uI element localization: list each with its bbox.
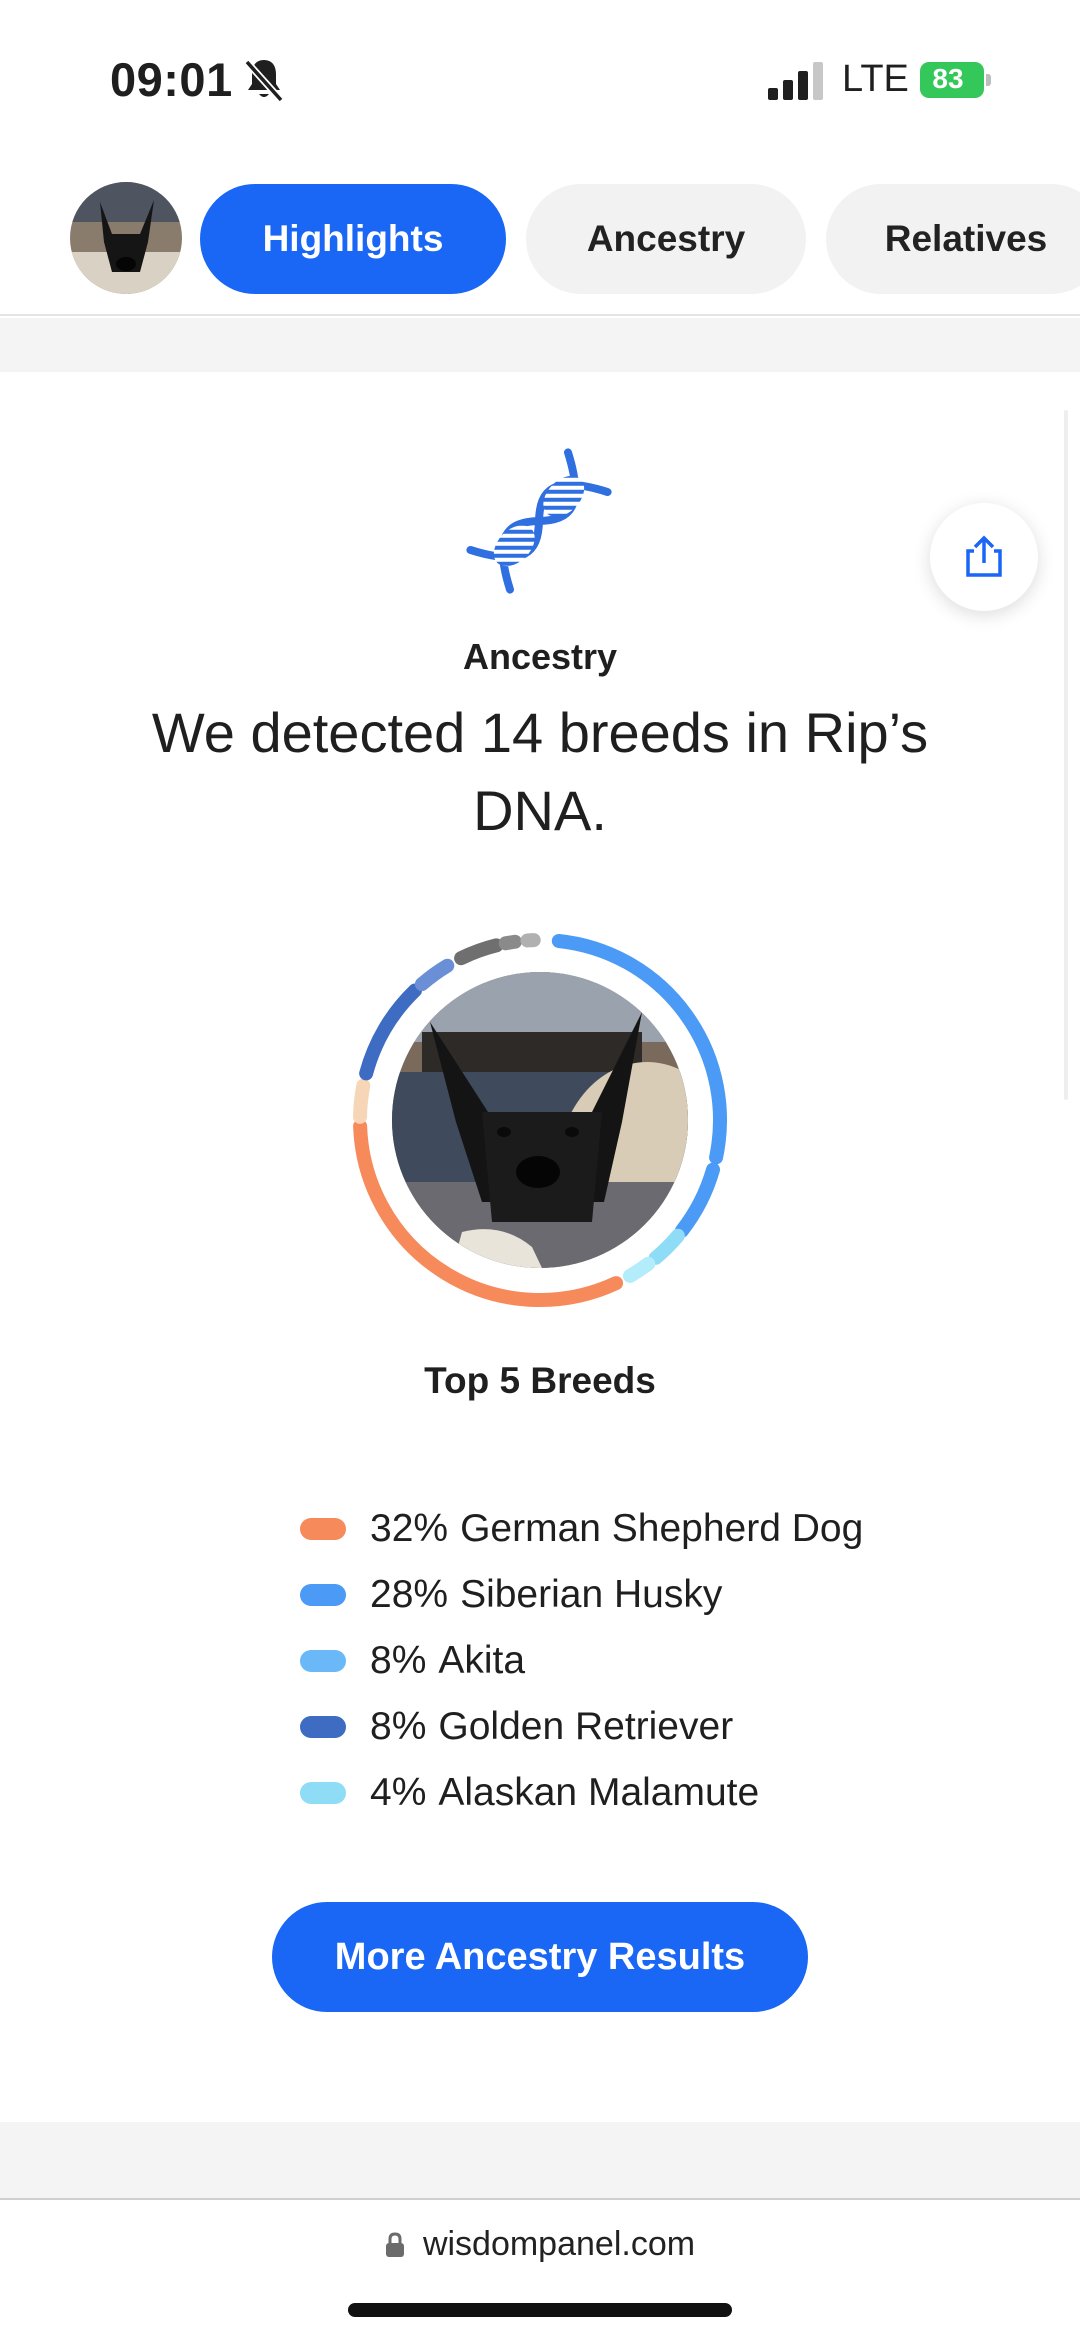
share-icon: [966, 535, 1002, 577]
silent-mode-bell-icon: [244, 59, 284, 103]
network-type: LTE: [842, 58, 909, 100]
tab-highlights[interactable]: Highlights: [200, 184, 506, 294]
breed-name: Siberian Husky: [460, 1573, 723, 1616]
tabs-divider: [0, 314, 1080, 316]
scrollbar[interactable]: [1064, 410, 1068, 1100]
legend-item: 4% Alaskan Malamute: [300, 1760, 1000, 1826]
cellular-signal-icon: [768, 62, 823, 100]
legend-item: 28% Siberian Husky: [300, 1562, 1000, 1628]
status-time: 09:01: [110, 53, 233, 106]
breed-name: German Shepherd Dog: [460, 1507, 864, 1550]
breed-percent: 28%: [370, 1573, 449, 1616]
headline: We detected 14 breeds in Rip’s DNA.: [151, 701, 929, 842]
breed-legend: 32% German Shepherd Dog 28% Siberian Hus…: [300, 1496, 1000, 1826]
ring-segment-alaskan-malamute: [648, 1228, 685, 1265]
tab-ancestry[interactable]: Ancestry: [526, 184, 806, 294]
breed-name: Akita: [438, 1639, 526, 1682]
ring-segment-minor: [414, 958, 455, 992]
breed-name: Alaskan Malamute: [438, 1771, 760, 1814]
legend-swatch: [300, 1584, 346, 1606]
ring-segment-minor: [623, 1256, 656, 1283]
ring-segment-siberian-husky: [674, 1162, 721, 1238]
pet-photo: [392, 972, 688, 1268]
legend-item: 32% German Shepherd Dog: [300, 1496, 1000, 1562]
url-text: wisdompanel.com: [422, 2225, 696, 2263]
browser-url-bar[interactable]: wisdompanel.com: [0, 2225, 1080, 2264]
section-label: Ancestry: [462, 636, 618, 677]
legend-item: 8% Golden Retriever: [300, 1694, 1000, 1760]
battery-level: 83: [932, 63, 964, 94]
browser-bar-divider: [0, 2198, 1080, 2200]
tab-relatives[interactable]: Relatives: [826, 184, 1080, 294]
ring-segment-minor: [353, 1078, 371, 1124]
breed-percent: 8%: [370, 1639, 427, 1682]
legend-item: 8% Akita: [300, 1628, 1000, 1694]
section-separator-bottom: [0, 2122, 1080, 2198]
legend-swatch: [300, 1518, 346, 1540]
ring-segment-minor: [454, 938, 504, 966]
ring-segment-minor: [498, 934, 522, 951]
legend-swatch: [300, 1782, 346, 1804]
more-ancestry-results-button[interactable]: More Ancestry Results: [272, 1902, 808, 2012]
section-tabs: Highlights Ancestry Relatives: [0, 180, 1080, 300]
breed-percent: 8%: [370, 1705, 427, 1748]
breed-percent: 32%: [370, 1507, 449, 1550]
home-indicator[interactable]: [348, 2303, 732, 2317]
dna-icon: [466, 448, 612, 594]
status-bar: 09:01 LTE 83: [0, 0, 1080, 150]
breed-percent: 4%: [370, 1771, 427, 1814]
pet-avatar[interactable]: [70, 182, 182, 294]
breed-name: Golden Retriever: [438, 1705, 734, 1748]
legend-swatch: [300, 1650, 346, 1672]
section-separator-top: [0, 318, 1080, 372]
share-button[interactable]: [930, 503, 1038, 611]
battery-icon: 83: [920, 62, 991, 98]
lock-icon: [385, 2231, 404, 2257]
top-breeds-title: Top 5 Breeds: [424, 1360, 656, 1401]
legend-swatch: [300, 1716, 346, 1738]
